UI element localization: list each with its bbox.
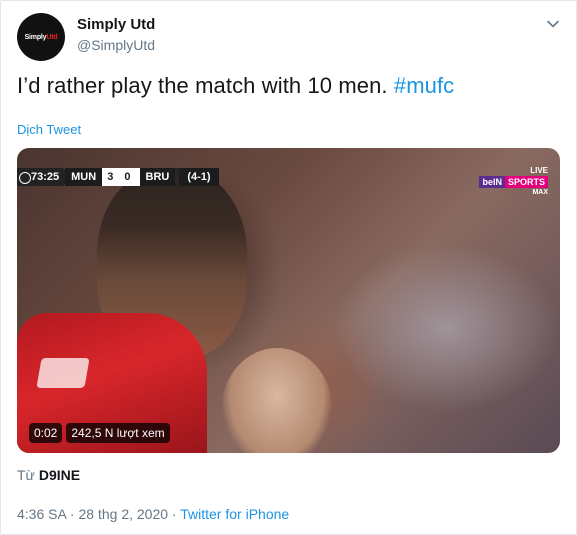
live-label: LIVE — [530, 166, 548, 175]
max-label: MAX — [532, 189, 548, 196]
bein-text: beIN — [479, 176, 505, 188]
tweet-body: I’d rather play the match with 10 men. — [17, 73, 394, 98]
client-link[interactable]: Twitter for iPhone — [180, 506, 289, 522]
author-name[interactable]: Simply Utd — [77, 16, 155, 33]
bein-sports-logo: beIN SPORTS — [479, 176, 548, 188]
tweet-text: I’d rather play the match with 10 men. #… — [17, 73, 454, 99]
tweet-time[interactable]: 4:36 SA — [17, 506, 66, 522]
hashtag-link[interactable]: #mufc — [394, 73, 454, 98]
view-count-badge: 242,5 N lượt xem — [66, 423, 170, 443]
away-team: BRU — [139, 168, 176, 186]
elapsed-time-badge: 0:02 — [29, 423, 63, 443]
video-frame-shirt-number — [36, 358, 90, 388]
author-handle[interactable]: @SimplyUtd — [77, 37, 155, 53]
video-frame-background-person — [222, 348, 332, 453]
video-info-badges: 0:02 242,5 N lượt xem — [29, 423, 170, 443]
score: 3 0 — [102, 168, 140, 186]
source-account-link[interactable]: D9INE — [39, 467, 80, 483]
meta-separator: · — [168, 506, 181, 522]
tweet-date[interactable]: 28 thg 2, 2020 — [79, 506, 169, 522]
tweet-meta: 4:36 SA · 28 thg 2, 2020 · Twitter for i… — [17, 506, 289, 522]
meta-separator: · — [66, 506, 79, 522]
source-prefix: Từ — [17, 467, 39, 483]
video-source: Từ D9INE — [17, 467, 80, 483]
avatar-logo: SimplyUtd — [25, 34, 58, 41]
translate-tweet-link[interactable]: Dịch Tweet — [17, 122, 81, 137]
avatar-text-b: Utd — [46, 33, 58, 41]
chevron-down-icon[interactable] — [546, 17, 560, 31]
avatar-text-a: Simply — [24, 33, 47, 41]
avatar[interactable]: SimplyUtd — [17, 13, 65, 61]
video-player[interactable]: 73:25 MUN 3 0 BRU (4-1) LIVE beIN SPORTS … — [17, 148, 560, 453]
broadcaster-logo: LIVE beIN SPORTS MAX — [479, 166, 548, 196]
competition-icon — [19, 172, 31, 184]
aggregate-score: (4-1) — [179, 168, 219, 186]
sports-text: SPORTS — [504, 176, 548, 188]
home-team: MUN — [65, 168, 103, 186]
scorebar: 73:25 MUN 3 0 BRU (4-1) — [17, 168, 219, 186]
tweet-card: SimplyUtd Simply Utd @SimplyUtd I’d rath… — [0, 0, 577, 535]
